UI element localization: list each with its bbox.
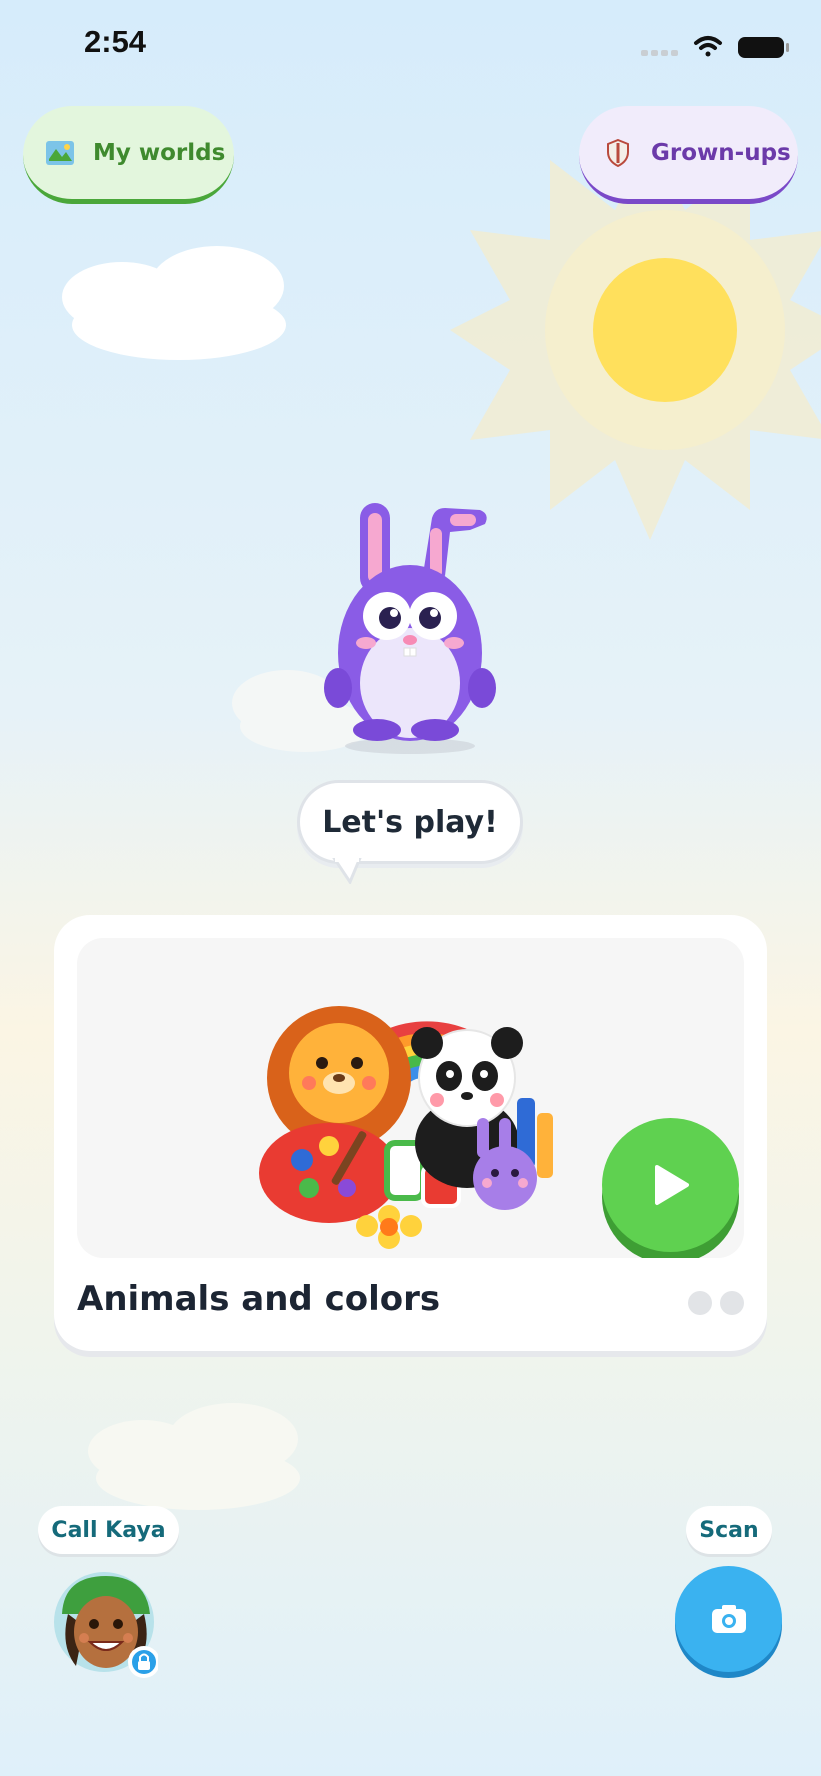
call-kaya-label[interactable]: Call Kaya	[38, 1506, 179, 1554]
status-icons	[641, 36, 789, 58]
activity-title: Animals and colors	[77, 1279, 441, 1319]
page-indicator-dot[interactable]	[688, 1291, 712, 1315]
signal-icon	[641, 50, 678, 56]
my-worlds-button[interactable]: My worlds	[23, 106, 234, 204]
play-icon	[654, 1165, 689, 1205]
paint-palette-toy	[259, 1123, 399, 1223]
page-indicator-dot[interactable]	[720, 1291, 744, 1315]
activity-illustration	[77, 938, 744, 1258]
camera-icon	[711, 1605, 746, 1633]
speech-bubble: Let's play!	[297, 780, 523, 864]
map-icon	[45, 138, 75, 168]
kaya-avatar[interactable]	[54, 1566, 158, 1680]
bunny-mascot	[324, 503, 496, 754]
battery-icon	[738, 37, 789, 58]
grown-ups-button[interactable]: Grown-ups	[579, 106, 798, 204]
scan-button[interactable]	[675, 1566, 782, 1672]
shield-icon	[603, 138, 633, 168]
crayon-orange	[537, 1113, 553, 1178]
play-button[interactable]	[602, 1118, 739, 1252]
grown-ups-label: Grown-ups	[651, 139, 791, 166]
wifi-icon	[694, 36, 722, 57]
scan-label[interactable]: Scan	[686, 1506, 772, 1554]
my-worlds-label: My worlds	[93, 139, 226, 166]
status-time: 2:54	[84, 24, 147, 59]
speech-bubble-tail	[332, 858, 362, 884]
activity-card[interactable]: Animals and colors	[54, 915, 767, 1351]
